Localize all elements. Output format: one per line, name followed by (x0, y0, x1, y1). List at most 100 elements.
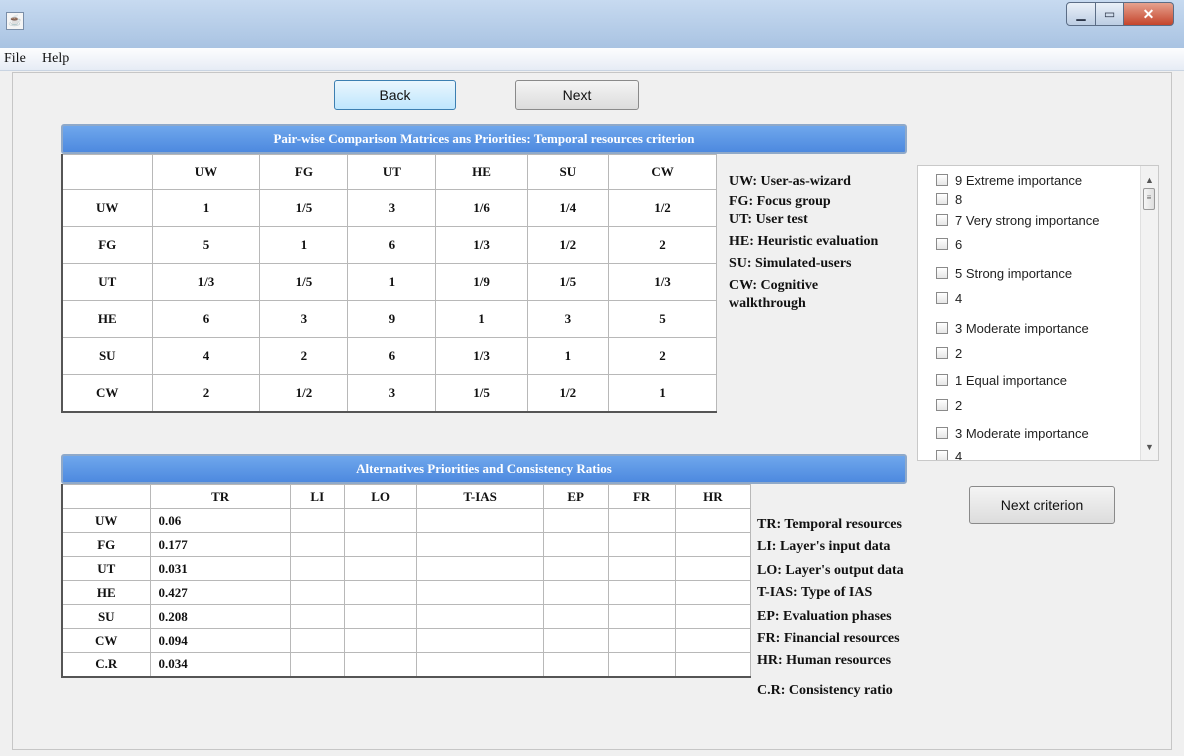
priorities-cell[interactable]: 0.427 (149, 580, 291, 605)
matrix-cell[interactable]: 2 (608, 226, 717, 264)
priorities-cell[interactable] (674, 628, 752, 653)
priorities-cell[interactable] (674, 580, 752, 605)
checkbox[interactable] (936, 292, 948, 304)
priorities-cell[interactable] (416, 628, 544, 653)
matrix-cell[interactable]: 1/3 (435, 337, 528, 375)
matrix-cell[interactable]: 2 (259, 337, 349, 375)
matrix-cell[interactable]: 1/3 (151, 263, 261, 301)
scale-option[interactable]: 2 (936, 343, 962, 363)
priorities-cell[interactable] (343, 580, 418, 605)
scale-option[interactable]: 9 Extreme importance (936, 170, 1082, 190)
checkbox[interactable] (936, 174, 948, 186)
matrix-cell[interactable]: 1/5 (435, 374, 528, 412)
matrix-cell[interactable]: 1 (259, 226, 349, 264)
scroll-down-icon[interactable]: ▼ (1141, 439, 1158, 456)
priorities-cell[interactable] (542, 628, 609, 653)
checkbox[interactable] (936, 193, 948, 205)
matrix-cell[interactable]: 1/5 (259, 263, 349, 301)
matrix-cell[interactable]: 1 (526, 337, 610, 375)
priorities-cell[interactable] (343, 604, 418, 629)
matrix-cell[interactable]: 1/4 (526, 189, 610, 227)
scroll-thumb[interactable]: ≡ (1143, 188, 1155, 210)
scale-option[interactable]: 1 Equal importance (936, 370, 1067, 390)
matrix-cell[interactable]: 3 (347, 374, 437, 412)
priorities-cell[interactable] (289, 604, 345, 629)
matrix-cell[interactable]: 3 (259, 300, 349, 338)
checkbox[interactable] (936, 374, 948, 386)
matrix-cell[interactable]: 1/3 (608, 263, 717, 301)
priorities-cell[interactable] (607, 556, 676, 581)
matrix-cell[interactable]: 6 (347, 226, 437, 264)
checkbox[interactable] (936, 450, 948, 460)
priorities-cell[interactable] (607, 508, 676, 533)
priorities-cell[interactable]: 0.031 (149, 556, 291, 581)
priorities-cell[interactable] (289, 556, 345, 581)
priorities-cell[interactable]: 0.06 (149, 508, 291, 533)
priorities-cell[interactable] (607, 652, 676, 677)
priorities-cell[interactable] (542, 652, 609, 677)
checkbox[interactable] (936, 427, 948, 439)
matrix-cell[interactable]: 1/3 (435, 226, 528, 264)
scale-option[interactable]: 2 (936, 395, 962, 415)
priorities-cell[interactable] (289, 652, 345, 677)
matrix-cell[interactable]: 3 (347, 189, 437, 227)
scale-option[interactable]: 4 (936, 446, 962, 460)
priorities-cell[interactable] (542, 580, 609, 605)
matrix-cell[interactable]: 1/2 (608, 189, 717, 227)
priorities-cell[interactable] (607, 604, 676, 629)
checkbox[interactable] (936, 322, 948, 334)
priorities-cell[interactable] (289, 508, 345, 533)
priorities-cell[interactable] (343, 628, 418, 653)
priorities-cell[interactable] (674, 556, 752, 581)
matrix-cell[interactable]: 1/9 (435, 263, 528, 301)
priorities-cell[interactable] (542, 604, 609, 629)
scroll-up-icon[interactable]: ▲ (1141, 172, 1158, 189)
checkbox[interactable] (936, 238, 948, 250)
scale-option[interactable]: 4 (936, 288, 962, 308)
priorities-cell[interactable] (607, 580, 676, 605)
priorities-cell[interactable] (674, 508, 752, 533)
priorities-cell[interactable] (542, 556, 609, 581)
matrix-cell[interactable]: 1/2 (526, 374, 610, 412)
priorities-cell[interactable] (289, 580, 345, 605)
priorities-cell[interactable]: 0.208 (149, 604, 291, 629)
priorities-cell[interactable] (343, 532, 418, 557)
checkbox[interactable] (936, 267, 948, 279)
matrix-cell[interactable]: 5 (151, 226, 261, 264)
matrix-cell[interactable]: 9 (347, 300, 437, 338)
matrix-cell[interactable]: 1/2 (259, 374, 349, 412)
menu-file[interactable]: File (4, 51, 26, 67)
close-button[interactable]: ✕ (1124, 2, 1174, 26)
matrix-cell[interactable]: 6 (151, 300, 261, 338)
next-criterion-button[interactable]: Next criterion (969, 486, 1115, 524)
scale-option[interactable]: 3 Moderate importance (936, 423, 1089, 443)
priorities-cell[interactable] (674, 604, 752, 629)
scale-scrollbar[interactable]: ▲ ≡ ▼ (1140, 166, 1158, 460)
priorities-cell[interactable] (542, 508, 609, 533)
scale-option[interactable]: 6 (936, 234, 962, 254)
scale-option[interactable]: 3 Moderate importance (936, 318, 1089, 338)
java-icon[interactable]: ☕ (6, 12, 24, 30)
matrix-cell[interactable]: 6 (347, 337, 437, 375)
priorities-cell[interactable] (343, 652, 418, 677)
priorities-cell[interactable] (607, 532, 676, 557)
minimize-button[interactable]: ▁ (1066, 2, 1096, 26)
matrix-cell[interactable]: 1 (608, 374, 717, 412)
scale-option[interactable]: 8 (936, 189, 962, 209)
priorities-cell[interactable] (289, 628, 345, 653)
maximize-button[interactable]: ▭ (1096, 2, 1124, 26)
matrix-cell[interactable]: 1/6 (435, 189, 528, 227)
matrix-cell[interactable]: 1 (151, 189, 261, 227)
matrix-cell[interactable]: 3 (526, 300, 610, 338)
checkbox[interactable] (936, 347, 948, 359)
priorities-cell[interactable] (416, 556, 544, 581)
matrix-cell[interactable]: 1/2 (526, 226, 610, 264)
priorities-cell[interactable]: 0.177 (149, 532, 291, 557)
matrix-cell[interactable]: 1/5 (526, 263, 610, 301)
priorities-cell[interactable] (416, 652, 544, 677)
priorities-cell[interactable] (416, 580, 544, 605)
priorities-cell[interactable] (416, 604, 544, 629)
priorities-cell[interactable] (542, 532, 609, 557)
priorities-cell[interactable]: 0.034 (149, 652, 291, 677)
importance-scale-list[interactable]: 9 Extreme importance 8 7 Very strong imp… (917, 165, 1159, 461)
